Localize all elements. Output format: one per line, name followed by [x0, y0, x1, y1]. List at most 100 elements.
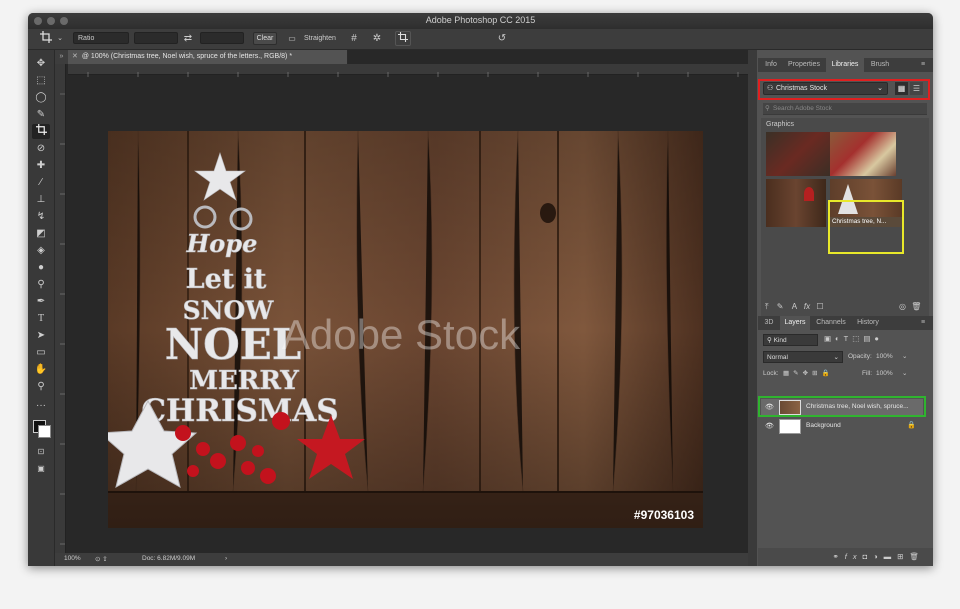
type-icon[interactable]: T	[32, 311, 50, 326]
creative-cloud-icon[interactable]: ◎	[899, 302, 906, 311]
lock-position-icon[interactable]: ✥	[803, 370, 812, 377]
add-style-icon[interactable]: fx	[845, 552, 863, 561]
straighten-icon[interactable]: ▭	[284, 31, 300, 46]
pixel-filter-icon[interactable]: ▣	[824, 334, 835, 343]
new-layer-icon[interactable]: ⊞	[897, 552, 909, 561]
selected-thumb-highlight	[828, 200, 904, 254]
ratio-select[interactable]: Ratio	[73, 32, 129, 44]
straighten-label[interactable]: Straighten	[304, 35, 336, 42]
library-select[interactable]: ⚇ Christmas Stock ⌄	[763, 82, 888, 95]
library-thumb-2[interactable]	[830, 132, 896, 176]
crop-width-field[interactable]	[134, 32, 178, 44]
blend-mode-select[interactable]: Normal ⌄	[763, 351, 843, 363]
move-tool-icon[interactable]: ✥	[32, 56, 50, 71]
history-brush-icon[interactable]: ↯	[32, 209, 50, 224]
quick-select-icon[interactable]: ✎	[32, 107, 50, 122]
screen-mode-icon[interactable]: ▣	[32, 461, 50, 476]
shape-filter-icon[interactable]: ⬚	[852, 334, 863, 343]
library-thumb-3[interactable]	[766, 179, 826, 227]
people-icon: ⚇	[767, 85, 774, 92]
gear-icon[interactable]: ✲	[369, 31, 385, 46]
dodge-icon[interactable]: ⚲	[32, 277, 50, 292]
close-tab-icon[interactable]: ✕	[72, 53, 78, 60]
rectangle-icon[interactable]: ▭	[32, 345, 50, 360]
lasso-tool-icon[interactable]: ◯	[32, 90, 50, 105]
document-tab-label: @ 100% (Christmas tree, Noel wish, spruc…	[81, 53, 293, 60]
crop-tool-icon[interactable]	[32, 124, 50, 139]
undo-icon[interactable]: ↺	[494, 31, 510, 46]
delete-layer-icon[interactable]: 🗑	[909, 552, 925, 561]
add-layer-style-icon[interactable]: fx	[804, 302, 810, 311]
chevron-down-icon[interactable]: ⌄	[902, 352, 907, 360]
panel-menu-icon[interactable]: ≡	[916, 58, 930, 72]
adjustment-layer-icon[interactable]: ◑	[873, 552, 884, 561]
crop-pixels-icon[interactable]	[395, 31, 411, 46]
lock-paint-icon[interactable]: ✎	[793, 370, 802, 377]
layer-filter-icons: ▣◐T⬚▤●	[824, 334, 883, 343]
add-graphic-icon[interactable]: ☐	[816, 302, 823, 311]
pen-icon[interactable]: ✒	[32, 294, 50, 309]
opacity-value[interactable]: 100%	[876, 353, 893, 360]
status-menu-icon[interactable]: ›	[225, 555, 227, 562]
upload-icon[interactable]: ⤒	[765, 302, 769, 311]
lock-artboard-icon[interactable]: ⊞	[812, 370, 821, 377]
type-filter-icon[interactable]: T	[844, 334, 853, 343]
clone-stamp-icon[interactable]: ⊥	[32, 192, 50, 207]
new-group-icon[interactable]: ▬	[884, 552, 898, 561]
more-tools-icon[interactable]: ···	[32, 398, 50, 413]
zoom-icon[interactable]: ⚲	[32, 379, 50, 394]
add-text-style-icon[interactable]: A	[792, 302, 797, 311]
filter-toggle-icon[interactable]: ●	[874, 334, 883, 343]
filter-kind-select[interactable]: ⚲ Kind	[763, 334, 818, 346]
tab-channels[interactable]: Channels	[812, 316, 850, 330]
list-view-icon[interactable]: ☰	[910, 82, 923, 95]
marquee-tool-icon[interactable]: ⬚	[32, 73, 50, 88]
document-tab[interactable]: ✕ @ 100% (Christmas tree, Noel wish, spru…	[68, 50, 348, 64]
blur-icon[interactable]: ●	[32, 260, 50, 275]
tab-3d[interactable]: 3D	[760, 316, 778, 330]
crop-height-field[interactable]	[200, 32, 244, 44]
swap-arrows-icon[interactable]: ⇄	[180, 31, 196, 46]
chevron-down-icon[interactable]: ⌄	[902, 369, 907, 377]
panel-collapse-icon[interactable]: »	[55, 50, 68, 64]
grid-overlay-icon[interactable]: #	[346, 31, 362, 46]
trash-icon[interactable]: 🗑	[911, 302, 921, 311]
tab-properties[interactable]: Properties	[784, 58, 824, 72]
link-layers-icon[interactable]: ⚭	[832, 552, 844, 561]
tab-history[interactable]: History	[852, 316, 884, 330]
document-image[interactable]: Hope Let it SNOW NOEL MERRY CHRISMAS Ado…	[98, 130, 703, 528]
lock-transparency-icon[interactable]: ▦	[783, 370, 793, 377]
background-color-swatch[interactable]	[38, 425, 51, 438]
tool-preset-chevron-icon[interactable]: ⌄	[52, 31, 68, 46]
stock-search-input[interactable]: ⚲ Search Adobe Stock	[763, 103, 927, 115]
eraser-icon[interactable]: ◩	[32, 226, 50, 241]
healing-brush-icon[interactable]: ✚	[32, 158, 50, 173]
layer-highlight	[758, 396, 926, 417]
tab-layers[interactable]: Layers	[780, 316, 810, 330]
smart-object-filter-icon[interactable]: ▤	[863, 334, 874, 343]
lock-all-icon[interactable]: 🔒	[822, 370, 834, 377]
clear-button[interactable]: Clear	[253, 32, 277, 45]
layer-row[interactable]: 👁 Background 🔒	[761, 418, 923, 435]
brush-icon[interactable]: ∕	[32, 175, 50, 190]
share-icon[interactable]: ⊙ ⇪	[95, 555, 108, 563]
tab-brush[interactable]: Brush	[866, 58, 894, 72]
hand-icon[interactable]: ✋	[32, 362, 50, 377]
layers-menu-icon[interactable]: ≡	[916, 316, 930, 330]
add-mask-icon[interactable]: ◘	[863, 552, 874, 561]
add-color-icon[interactable]: ✎	[777, 302, 784, 311]
chevron-down-icon: ⌄	[833, 354, 839, 361]
quick-mask-icon[interactable]: ⊡	[32, 444, 50, 459]
fill-value[interactable]: 100%	[876, 370, 893, 377]
paint-bucket-icon[interactable]: ◈	[32, 243, 50, 258]
grid-view-icon[interactable]: ▦	[895, 82, 908, 95]
tab-libraries[interactable]: Libraries	[826, 58, 864, 72]
adjustment-filter-icon[interactable]: ◐	[835, 334, 844, 343]
zoom-level[interactable]: 100%	[64, 555, 81, 562]
filter-kind-label: Kind	[773, 337, 787, 344]
tab-info[interactable]: Info	[760, 58, 782, 72]
path-select-icon[interactable]: ➤	[32, 328, 50, 343]
eye-icon[interactable]: 👁	[765, 422, 774, 430]
eyedropper-icon[interactable]: ⊘	[32, 141, 50, 156]
library-thumb-1[interactable]	[766, 132, 830, 176]
